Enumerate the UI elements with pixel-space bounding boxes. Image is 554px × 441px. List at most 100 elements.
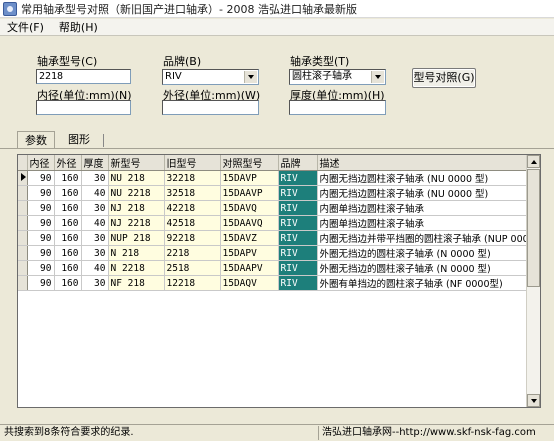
cell-old-model[interactable]: 32518 (164, 185, 221, 201)
compare-button[interactable]: 型号对照(G) (412, 68, 476, 88)
thickness-input[interactable] (289, 100, 386, 115)
cell-thickness[interactable]: 40 (81, 260, 109, 276)
scroll-thumb[interactable] (527, 169, 540, 287)
cell-old-model[interactable]: 92218 (164, 230, 221, 246)
table-row[interactable]: 90 160 40 N 2218 2518 15DAAPV RIV 外圈无挡边的圆柱滚子轴承 … (18, 260, 532, 276)
cell-compare-model[interactable]: 15DAQV (220, 275, 279, 291)
bearing-model-input[interactable]: 2218 (36, 69, 131, 84)
cell-compare-model[interactable]: 15DAAPV (220, 260, 279, 276)
cell-description[interactable]: 外圈无挡边的圆柱滚子轴承 (N 0000 型) (317, 260, 532, 276)
cell-inner[interactable]: 90 (27, 245, 55, 261)
cell-new-model[interactable]: NJ 218 (108, 200, 165, 216)
cell-outer[interactable]: 160 (54, 200, 82, 216)
col-outer[interactable]: 外径 (54, 155, 82, 171)
cell-outer[interactable]: 160 (54, 185, 82, 201)
table-row[interactable]: 90 160 40 NJ 2218 42518 15DAAVQ RIV 内圈单挡边圆柱滚子轴承 (18, 215, 532, 231)
cell-old-model[interactable]: 42518 (164, 215, 221, 231)
table-row[interactable]: 90 160 30 NF 218 12218 15DAQV RIV 外圈有单挡边的圆柱滚子轴承… (18, 275, 532, 291)
cell-description[interactable]: 外圈有单挡边的圆柱滚子轴承 (NF 0000型) (317, 275, 532, 291)
menu-help[interactable]: 帮助(H) (52, 19, 106, 35)
cell-brand[interactable]: RIV (278, 215, 318, 231)
cell-compare-model[interactable]: 15DAAVQ (220, 215, 279, 231)
cell-new-model[interactable]: N 2218 (108, 260, 165, 276)
cell-description[interactable]: 外圈无挡边的圆柱滚子轴承 (N 0000 型) (317, 245, 532, 261)
menu-file[interactable]: 文件(F) (0, 19, 52, 35)
cell-old-model[interactable]: 2518 (164, 260, 221, 276)
cell-brand[interactable]: RIV (278, 185, 318, 201)
cell-thickness[interactable]: 40 (81, 215, 109, 231)
cell-outer[interactable]: 160 (54, 215, 82, 231)
cell-brand[interactable]: RIV (278, 260, 318, 276)
cell-thickness[interactable]: 30 (81, 245, 109, 261)
cell-compare-model[interactable]: 15DAAVP (220, 185, 279, 201)
cell-inner[interactable]: 90 (27, 275, 55, 291)
table-row[interactable]: 90 160 30 NUP 218 92218 15DAVZ RIV 内圈无挡边并带平挡圈的圆… (18, 230, 532, 246)
cell-thickness[interactable]: 30 (81, 230, 109, 246)
cell-brand[interactable]: RIV (278, 275, 318, 291)
cell-description[interactable]: 内圈单挡边圆柱滚子轴承 (317, 200, 532, 216)
cell-brand[interactable]: RIV (278, 230, 318, 246)
tab-params[interactable]: 参数 (17, 131, 55, 149)
cell-new-model[interactable]: NU 218 (108, 170, 165, 186)
row-selector[interactable] (18, 275, 28, 291)
cell-thickness[interactable]: 30 (81, 170, 109, 186)
row-selector[interactable] (18, 230, 28, 246)
cell-old-model[interactable]: 32218 (164, 170, 221, 186)
tab-graphics[interactable]: 图形 (62, 131, 96, 149)
cell-old-model[interactable]: 12218 (164, 275, 221, 291)
cell-inner[interactable]: 90 (27, 230, 55, 246)
cell-new-model[interactable]: NJ 2218 (108, 215, 165, 231)
cell-thickness[interactable]: 30 (81, 275, 109, 291)
bearing-type-select[interactable]: 圆柱滚子轴承 (289, 69, 386, 85)
row-selector[interactable] (18, 185, 28, 201)
col-inner[interactable]: 内径 (27, 155, 55, 171)
cell-outer[interactable]: 160 (54, 230, 82, 246)
row-selector[interactable] (18, 215, 28, 231)
table-row[interactable]: 90 160 30 NU 218 32218 15DAVP RIV 内圈无挡边圆柱滚子轴承 (… (18, 170, 532, 186)
cell-inner[interactable]: 90 (27, 185, 55, 201)
cell-outer[interactable]: 160 (54, 275, 82, 291)
cell-inner[interactable]: 90 (27, 215, 55, 231)
cell-brand[interactable]: RIV (278, 200, 318, 216)
cell-brand[interactable]: RIV (278, 170, 318, 186)
cell-old-model[interactable]: 42218 (164, 200, 221, 216)
col-new-model[interactable]: 新型号 (108, 155, 165, 171)
cell-outer[interactable]: 160 (54, 170, 82, 186)
row-selector[interactable] (18, 200, 28, 216)
cell-description[interactable]: 内圈无挡边并带平挡圈的圆柱滚子轴承 (NUP 000 (317, 230, 532, 246)
cell-thickness[interactable]: 30 (81, 200, 109, 216)
cell-old-model[interactable]: 2218 (164, 245, 221, 261)
cell-thickness[interactable]: 40 (81, 185, 109, 201)
cell-compare-model[interactable]: 15DAVZ (220, 230, 279, 246)
col-description[interactable]: 描述 (317, 155, 532, 171)
row-selector[interactable] (18, 260, 28, 276)
results-grid[interactable]: 内径 外径 厚度 新型号 旧型号 对照型号 品牌 描述 90 160 30 NU 21… (17, 154, 541, 408)
scroll-up-icon[interactable] (527, 155, 540, 168)
cell-description[interactable]: 内圈无挡边圆柱滚子轴承 (NU 0000 型) (317, 170, 532, 186)
chevron-down-icon[interactable] (244, 71, 257, 83)
outer-diameter-input[interactable] (162, 100, 259, 115)
cell-compare-model[interactable]: 15DAVP (220, 170, 279, 186)
cell-new-model[interactable]: NUP 218 (108, 230, 165, 246)
chevron-down-icon[interactable] (371, 71, 384, 83)
col-thickness[interactable]: 厚度 (81, 155, 109, 171)
cell-compare-model[interactable]: 15DAVQ (220, 200, 279, 216)
cell-inner[interactable]: 90 (27, 260, 55, 276)
brand-select[interactable]: RIV (162, 69, 259, 85)
col-compare-model[interactable]: 对照型号 (220, 155, 279, 171)
cell-outer[interactable]: 160 (54, 245, 82, 261)
cell-inner[interactable]: 90 (27, 200, 55, 216)
row-selector[interactable] (18, 245, 28, 261)
scroll-down-icon[interactable] (527, 394, 540, 407)
col-old-model[interactable]: 旧型号 (164, 155, 221, 171)
cell-new-model[interactable]: NF 218 (108, 275, 165, 291)
table-row[interactable]: 90 160 30 N 218 2218 15DAPV RIV 外圈无挡边的圆柱滚子轴承 (N… (18, 245, 532, 261)
inner-diameter-input[interactable] (36, 100, 131, 115)
cell-new-model[interactable]: N 218 (108, 245, 165, 261)
table-row[interactable]: 90 160 40 NU 2218 32518 15DAAVP RIV 内圈无挡边圆柱滚子轴承… (18, 185, 532, 201)
cell-brand[interactable]: RIV (278, 245, 318, 261)
cell-description[interactable]: 内圈无挡边圆柱滚子轴承 (NU 0000 型) (317, 185, 532, 201)
cell-description[interactable]: 内圈单挡边圆柱滚子轴承 (317, 215, 532, 231)
cell-new-model[interactable]: NU 2218 (108, 185, 165, 201)
vertical-scrollbar[interactable] (526, 155, 540, 407)
